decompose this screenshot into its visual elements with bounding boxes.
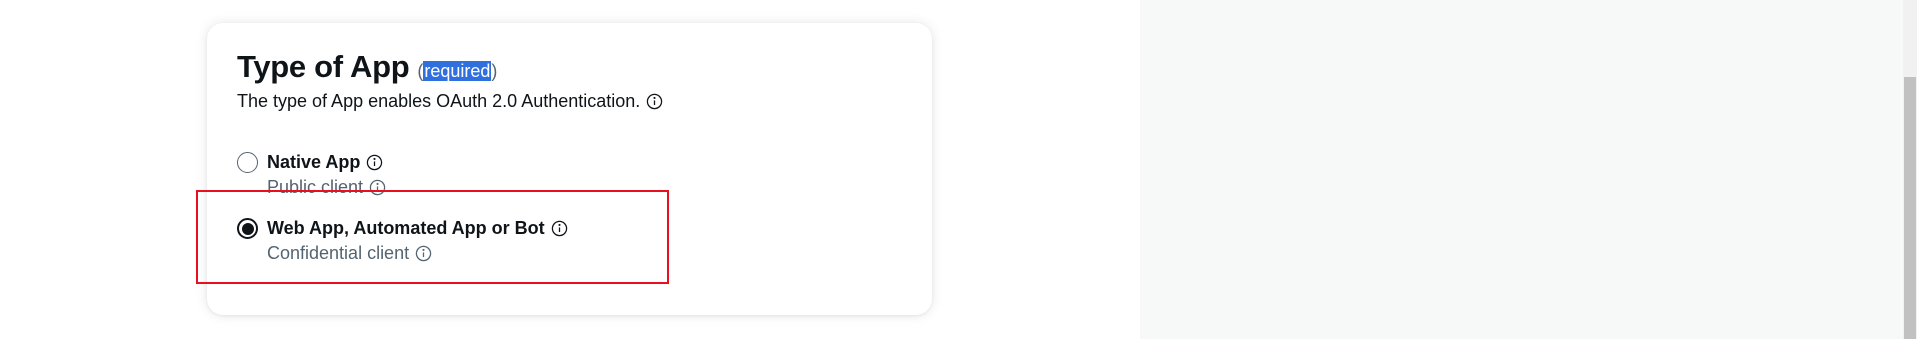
title-row: Type of App (required) [237, 49, 497, 85]
radio-button-native-app[interactable] [237, 152, 258, 173]
side-panel [1140, 0, 1917, 339]
section-title: Type of App [237, 49, 410, 84]
native-app-label: Native App [267, 152, 361, 172]
info-icon[interactable] [366, 154, 383, 171]
required-tag: (required) [417, 61, 498, 81]
scrollbar-track[interactable] [1903, 0, 1917, 339]
required-label: required [423, 61, 492, 81]
scrollbar-thumb[interactable] [1904, 77, 1916, 339]
section-description: The type of App enables OAuth 2.0 Authen… [237, 91, 663, 112]
option-label: Native App [267, 151, 386, 173]
info-icon[interactable] [646, 93, 663, 110]
page: Type of App (required) The type of App e… [0, 0, 1917, 339]
annotation-highlight-box [196, 190, 669, 284]
section-description-text: The type of App enables OAuth 2.0 Authen… [237, 91, 641, 111]
